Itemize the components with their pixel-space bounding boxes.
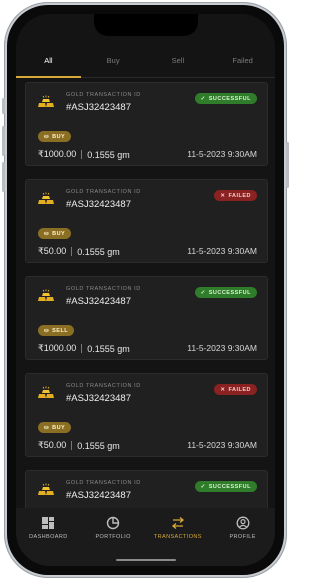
gold-coin-icon: ⛀: [44, 230, 50, 237]
gold-bars-icon: [38, 289, 54, 301]
tab-buy[interactable]: Buy: [81, 48, 146, 77]
divider: [81, 344, 83, 353]
transaction-type-chip: ⛀ BUY: [38, 422, 72, 433]
nav-dashboard[interactable]: DASHBOARD: [16, 516, 81, 566]
phone-mute-switch: [2, 98, 5, 114]
dashboard-grid-icon: [42, 517, 55, 529]
phone-notch: [93, 14, 198, 36]
status-badge: ✓ SUCCESSFUL: [194, 93, 257, 104]
transaction-type-text: BUY: [52, 133, 66, 140]
status-text: SUCCESSFUL: [208, 289, 251, 296]
status-badge: ✕ FAILED: [214, 190, 257, 201]
transaction-datetime: 11-5-2023 9:30AM: [187, 246, 257, 256]
transaction-amount: ₹50.00: [38, 440, 67, 450]
home-indicator[interactable]: [115, 559, 176, 561]
transaction-type-text: BUY: [52, 424, 66, 431]
transaction-weight: 0.1555 gm: [87, 343, 130, 354]
transaction-card[interactable]: GOLD TRANSACTION ID #ASJ32423487 ✕ FAILE…: [25, 179, 268, 263]
nav-profile[interactable]: PROFILE: [210, 516, 275, 566]
close-icon: ✕: [220, 386, 226, 393]
transaction-amounts: ₹1000.00 0.1555 gm: [38, 149, 130, 160]
nav-label: PORTFOLIO: [95, 534, 131, 540]
transaction-datetime: 11-5-2023 9:30AM: [187, 440, 257, 450]
transaction-filter-tabs: All Buy Sell Failed: [16, 48, 275, 78]
gold-coin-icon: ⛀: [44, 424, 50, 431]
gold-bars-icon: [38, 95, 54, 107]
app-screen: All Buy Sell Failed GOLD TRANSACTION ID …: [16, 14, 275, 566]
check-icon: ✓: [200, 289, 206, 296]
nav-label: TRANSACTIONS: [153, 534, 202, 540]
transaction-id: #ASJ32423487: [66, 199, 131, 210]
transaction-weight: 0.1555 gm: [77, 440, 120, 451]
status-text: FAILED: [228, 386, 251, 393]
tab-failed[interactable]: Failed: [210, 48, 275, 77]
check-icon: ✓: [200, 95, 206, 102]
transaction-weight: 0.1555 gm: [87, 149, 130, 160]
transaction-card[interactable]: GOLD TRANSACTION ID #ASJ32423487 ✓ SUCCE…: [25, 82, 268, 166]
transaction-amounts: ₹50.00 0.1555 gm: [38, 440, 120, 451]
divider: [71, 441, 73, 450]
transaction-list[interactable]: GOLD TRANSACTION ID #ASJ32423487 ✓ SUCCE…: [16, 82, 275, 516]
phone-volume-up: [2, 126, 5, 156]
gold-coin-icon: ⛀: [44, 327, 50, 334]
transaction-type-chip: ⛀ BUY: [38, 228, 72, 239]
transaction-amounts: ₹1000.00 0.1555 gm: [38, 343, 130, 354]
divider: [71, 247, 73, 256]
transaction-amounts: ₹50.00 0.1555 gm: [38, 246, 120, 257]
status-text: SUCCESSFUL: [208, 483, 251, 490]
transaction-type-chip: ⛀ SELL: [38, 325, 75, 336]
transaction-id-label: GOLD TRANSACTION ID: [66, 189, 141, 195]
transaction-datetime: 11-5-2023 9:30AM: [187, 149, 257, 159]
gold-bars-icon: [38, 192, 54, 204]
nav-label: PROFILE: [229, 534, 256, 540]
phone-volume-down: [2, 162, 5, 192]
transaction-amount: ₹1000.00: [38, 343, 77, 353]
pie-chart-icon: [106, 516, 120, 530]
status-badge: ✕ FAILED: [214, 384, 257, 395]
transaction-id: #ASJ32423487: [66, 296, 131, 307]
transaction-id: #ASJ32423487: [66, 393, 131, 404]
transaction-amount: ₹1000.00: [38, 149, 77, 159]
transaction-amount: ₹50.00: [38, 246, 67, 256]
transaction-weight: 0.1555 gm: [77, 246, 120, 257]
user-circle-icon: [236, 516, 250, 530]
transaction-id: #ASJ32423487: [66, 490, 131, 501]
transaction-type-chip: ⛀ BUY: [38, 131, 72, 142]
check-icon: ✓: [200, 483, 206, 490]
transaction-type-text: SELL: [52, 327, 69, 334]
status-text: FAILED: [228, 192, 251, 199]
status-badge: ✓ SUCCESSFUL: [194, 287, 257, 298]
tab-all[interactable]: All: [16, 48, 81, 78]
divider: [81, 150, 83, 159]
transaction-type-text: BUY: [52, 230, 66, 237]
phone-frame: All Buy Sell Failed GOLD TRANSACTION ID …: [2, 2, 289, 578]
transaction-card[interactable]: GOLD TRANSACTION ID #ASJ32423487 ✕ FAILE…: [25, 373, 268, 457]
bottom-navigation: DASHBOARD PORTFOLIO TRANSACTIONS PROFILE: [16, 508, 275, 566]
swap-arrows-icon: [171, 517, 184, 529]
transaction-id-label: GOLD TRANSACTION ID: [66, 480, 141, 486]
gold-coin-icon: ⛀: [44, 133, 50, 140]
status-badge: ✓ SUCCESSFUL: [194, 481, 257, 492]
close-icon: ✕: [220, 192, 226, 199]
gold-bars-icon: [38, 386, 54, 398]
phone-power-button: [286, 142, 289, 188]
transaction-card[interactable]: GOLD TRANSACTION ID #ASJ32423487 ✓ SUCCE…: [25, 276, 268, 360]
phone-bezel: All Buy Sell Failed GOLD TRANSACTION ID …: [7, 5, 284, 575]
transaction-id-label: GOLD TRANSACTION ID: [66, 92, 141, 98]
nav-label: DASHBOARD: [29, 534, 68, 540]
transaction-datetime: 11-5-2023 9:30AM: [187, 343, 257, 353]
status-text: SUCCESSFUL: [208, 95, 251, 102]
transaction-id-label: GOLD TRANSACTION ID: [66, 383, 141, 389]
tab-sell[interactable]: Sell: [146, 48, 211, 77]
transaction-id: #ASJ32423487: [66, 102, 131, 113]
gold-bars-icon: [38, 483, 54, 495]
transaction-id-label: GOLD TRANSACTION ID: [66, 286, 141, 292]
